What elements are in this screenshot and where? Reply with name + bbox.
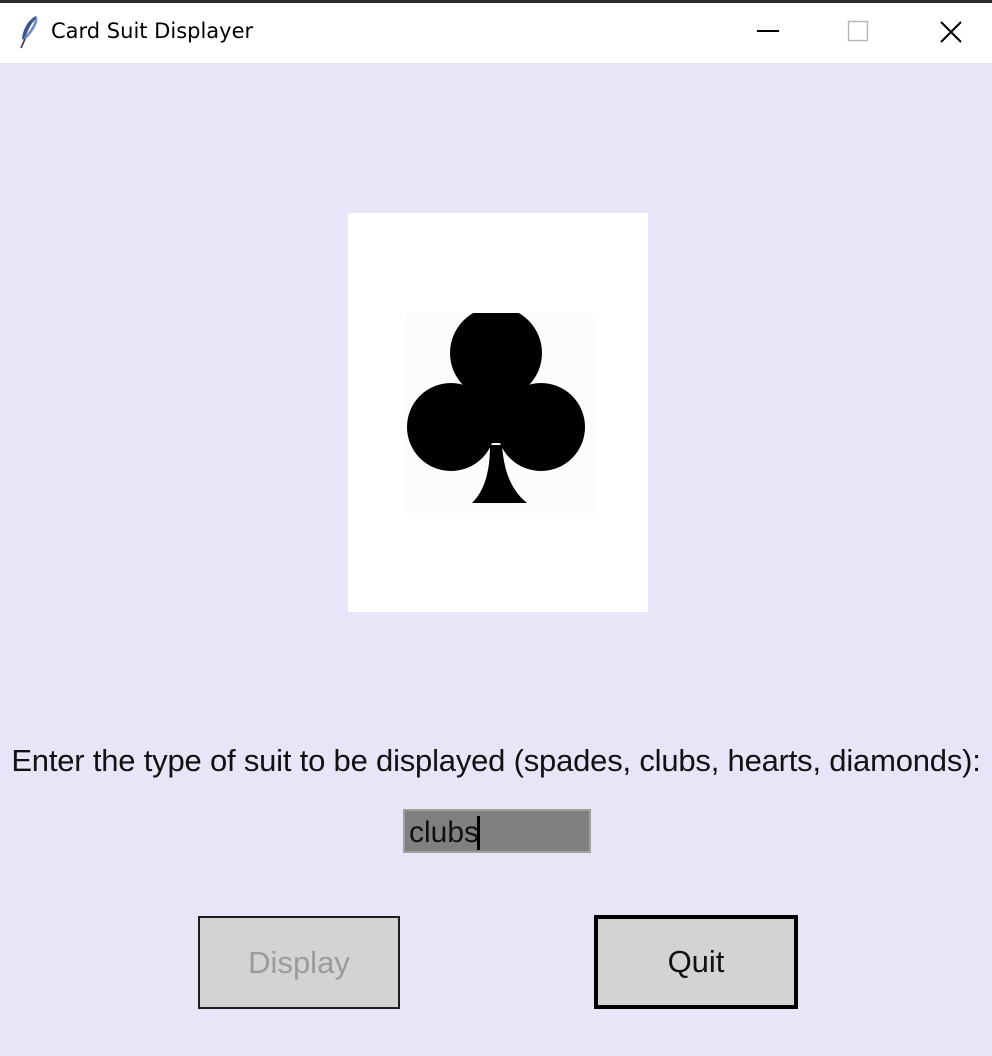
window-title: Card Suit Displayer: [51, 19, 254, 43]
title-bar[interactable]: Card Suit Displayer: [0, 3, 992, 63]
suit-prompt-label: Enter the type of suit to be displayed (…: [11, 743, 981, 778]
minimize-button[interactable]: [722, 3, 814, 63]
display-button[interactable]: Display: [198, 916, 400, 1009]
close-button[interactable]: [904, 3, 992, 63]
feather-icon: [16, 15, 42, 49]
maximize-icon: [847, 20, 869, 42]
quit-button[interactable]: Quit: [594, 915, 798, 1009]
club-suit-image: [406, 307, 598, 513]
suit-card-image: [348, 213, 648, 612]
minimize-icon: [757, 30, 779, 32]
suit-input-value: clubs: [409, 816, 481, 850]
close-icon: [940, 21, 962, 43]
maximize-button[interactable]: [812, 3, 904, 63]
club-icon: [407, 307, 585, 503]
text-caret: [477, 816, 481, 850]
suit-input[interactable]: clubs: [403, 809, 591, 853]
